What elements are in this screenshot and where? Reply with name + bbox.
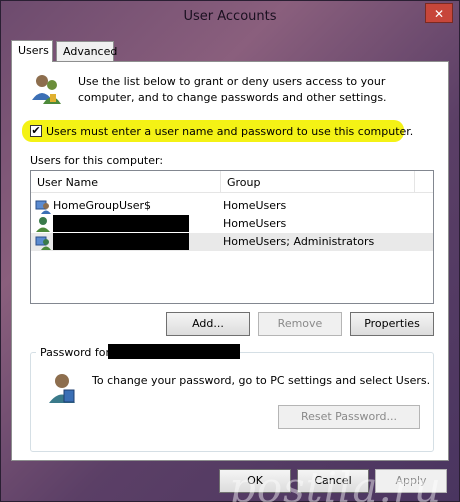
user-accounts-window: User Accounts ✕ Users Advanced Use the l… [0, 0, 460, 502]
user-group-cell: HomeUsers; Administrators [223, 235, 375, 248]
table-row[interactable]: HomeGroupUser$ HomeUsers [31, 197, 433, 215]
admin-user-icon [35, 236, 51, 250]
user-icon [36, 217, 50, 232]
password-groupbox-legend: Password for [36, 346, 115, 359]
table-row[interactable]: HomeUsers [31, 215, 433, 233]
user-group-cell: HomeUsers [223, 217, 287, 230]
user-icon [35, 200, 51, 214]
add-button[interactable]: Add... [166, 312, 250, 336]
column-group[interactable]: Group [221, 171, 415, 193]
close-icon: ✕ [433, 7, 445, 21]
window-title: User Accounts [183, 9, 277, 24]
remove-button[interactable]: Remove [258, 312, 342, 336]
user-password-icon [49, 374, 75, 403]
watermark-text: postila.ru [229, 463, 442, 502]
title-bar[interactable]: User Accounts ✕ [1, 1, 459, 31]
checkmark-icon: ✔ [31, 124, 41, 137]
redacted-user-name [53, 233, 189, 250]
password-instructions: To change your password, go to PC settin… [92, 374, 431, 387]
users-section-label: Users for this computer: [30, 154, 164, 167]
reset-password-button[interactable]: Reset Password... [278, 405, 420, 429]
redacted-account-name [108, 344, 240, 359]
users-icon [32, 75, 61, 104]
require-login-label[interactable]: Users must enter a user name and passwor… [46, 125, 413, 138]
users-list[interactable]: User Name Group HomeGroupUser$ HomeUsers [30, 170, 434, 304]
require-login-checkbox[interactable]: ✔ [30, 125, 42, 137]
tab-advanced[interactable]: Advanced [56, 41, 118, 61]
properties-button[interactable]: Properties [350, 312, 434, 336]
tab-users-label: Users [18, 44, 49, 57]
user-name-cell: HomeGroupUser$ [53, 199, 152, 212]
column-user-name[interactable]: User Name [31, 171, 221, 193]
redacted-user-name [53, 215, 189, 232]
tab-users[interactable]: Users [11, 40, 53, 62]
password-groupbox [30, 352, 434, 452]
intro-text: Use the list below to grant or deny user… [78, 75, 387, 104]
user-group-cell: HomeUsers [223, 199, 287, 212]
users-tab-panel: Use the list below to grant or deny user… [11, 61, 449, 461]
table-row[interactable]: HomeUsers; Administrators [31, 233, 433, 251]
tab-advanced-label: Advanced [63, 45, 118, 58]
close-button[interactable]: ✕ [425, 3, 453, 23]
users-list-header: User Name Group [31, 171, 433, 193]
